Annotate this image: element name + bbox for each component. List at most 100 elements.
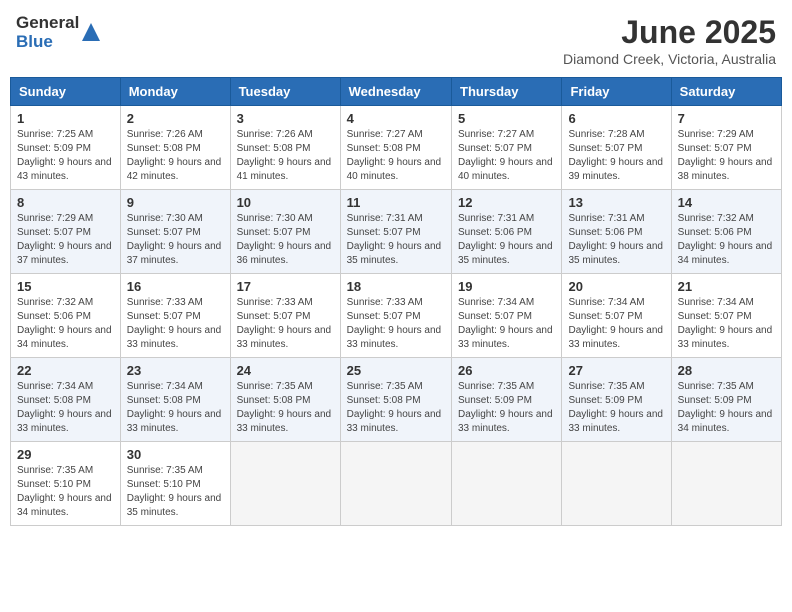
day-info: Sunrise: 7:31 AM Sunset: 5:07 PM Dayligh… xyxy=(347,213,442,266)
day-info: Sunrise: 7:26 AM Sunset: 5:08 PM Dayligh… xyxy=(127,129,222,182)
table-row: 19 Sunrise: 7:34 AM Sunset: 5:07 PM Dayl… xyxy=(452,274,562,358)
table-row: 12 Sunrise: 7:31 AM Sunset: 5:06 PM Dayl… xyxy=(452,190,562,274)
day-number: 3 xyxy=(237,111,334,126)
day-number: 11 xyxy=(347,195,445,210)
table-row xyxy=(671,442,781,526)
day-number: 4 xyxy=(347,111,445,126)
table-row: 26 Sunrise: 7:35 AM Sunset: 5:09 PM Dayl… xyxy=(452,358,562,442)
day-number: 1 xyxy=(17,111,114,126)
day-number: 12 xyxy=(458,195,555,210)
table-row: 24 Sunrise: 7:35 AM Sunset: 5:08 PM Dayl… xyxy=(230,358,340,442)
table-row: 13 Sunrise: 7:31 AM Sunset: 5:06 PM Dayl… xyxy=(562,190,671,274)
table-row: 14 Sunrise: 7:32 AM Sunset: 5:06 PM Dayl… xyxy=(671,190,781,274)
calendar-week-row: 1 Sunrise: 7:25 AM Sunset: 5:09 PM Dayli… xyxy=(11,106,782,190)
logo: General Blue xyxy=(16,14,100,51)
calendar-week-row: 8 Sunrise: 7:29 AM Sunset: 5:07 PM Dayli… xyxy=(11,190,782,274)
day-info: Sunrise: 7:35 AM Sunset: 5:09 PM Dayligh… xyxy=(678,381,773,434)
day-number: 10 xyxy=(237,195,334,210)
day-info: Sunrise: 7:29 AM Sunset: 5:07 PM Dayligh… xyxy=(17,213,112,266)
day-number: 9 xyxy=(127,195,224,210)
location-title: Diamond Creek, Victoria, Australia xyxy=(563,51,776,67)
day-number: 25 xyxy=(347,363,445,378)
table-row: 30 Sunrise: 7:35 AM Sunset: 5:10 PM Dayl… xyxy=(120,442,230,526)
day-number: 20 xyxy=(568,279,664,294)
table-row xyxy=(340,442,451,526)
day-number: 2 xyxy=(127,111,224,126)
day-info: Sunrise: 7:31 AM Sunset: 5:06 PM Dayligh… xyxy=(568,213,663,266)
day-info: Sunrise: 7:29 AM Sunset: 5:07 PM Dayligh… xyxy=(678,129,773,182)
table-row: 29 Sunrise: 7:35 AM Sunset: 5:10 PM Dayl… xyxy=(11,442,121,526)
table-row: 20 Sunrise: 7:34 AM Sunset: 5:07 PM Dayl… xyxy=(562,274,671,358)
table-row: 10 Sunrise: 7:30 AM Sunset: 5:07 PM Dayl… xyxy=(230,190,340,274)
day-info: Sunrise: 7:30 AM Sunset: 5:07 PM Dayligh… xyxy=(237,213,332,266)
table-row xyxy=(452,442,562,526)
day-info: Sunrise: 7:35 AM Sunset: 5:09 PM Dayligh… xyxy=(568,381,663,434)
day-number: 30 xyxy=(127,447,224,462)
day-number: 17 xyxy=(237,279,334,294)
table-row: 23 Sunrise: 7:34 AM Sunset: 5:08 PM Dayl… xyxy=(120,358,230,442)
day-info: Sunrise: 7:25 AM Sunset: 5:09 PM Dayligh… xyxy=(17,129,112,182)
table-row: 21 Sunrise: 7:34 AM Sunset: 5:07 PM Dayl… xyxy=(671,274,781,358)
calendar-header-row: Sunday Monday Tuesday Wednesday Thursday… xyxy=(11,78,782,106)
col-tuesday: Tuesday xyxy=(230,78,340,106)
day-info: Sunrise: 7:32 AM Sunset: 5:06 PM Dayligh… xyxy=(678,213,773,266)
day-number: 13 xyxy=(568,195,664,210)
col-sunday: Sunday xyxy=(11,78,121,106)
table-row: 1 Sunrise: 7:25 AM Sunset: 5:09 PM Dayli… xyxy=(11,106,121,190)
day-info: Sunrise: 7:35 AM Sunset: 5:10 PM Dayligh… xyxy=(17,465,112,518)
logo-triangle-icon xyxy=(82,23,100,45)
day-info: Sunrise: 7:34 AM Sunset: 5:07 PM Dayligh… xyxy=(458,297,553,350)
table-row: 2 Sunrise: 7:26 AM Sunset: 5:08 PM Dayli… xyxy=(120,106,230,190)
day-number: 15 xyxy=(17,279,114,294)
day-number: 24 xyxy=(237,363,334,378)
logo-blue: Blue xyxy=(16,33,79,52)
day-info: Sunrise: 7:27 AM Sunset: 5:08 PM Dayligh… xyxy=(347,129,442,182)
day-info: Sunrise: 7:35 AM Sunset: 5:09 PM Dayligh… xyxy=(458,381,553,434)
day-number: 6 xyxy=(568,111,664,126)
calendar-week-row: 22 Sunrise: 7:34 AM Sunset: 5:08 PM Dayl… xyxy=(11,358,782,442)
col-thursday: Thursday xyxy=(452,78,562,106)
table-row: 9 Sunrise: 7:30 AM Sunset: 5:07 PM Dayli… xyxy=(120,190,230,274)
table-row: 17 Sunrise: 7:33 AM Sunset: 5:07 PM Dayl… xyxy=(230,274,340,358)
col-friday: Friday xyxy=(562,78,671,106)
table-row: 5 Sunrise: 7:27 AM Sunset: 5:07 PM Dayli… xyxy=(452,106,562,190)
table-row: 22 Sunrise: 7:34 AM Sunset: 5:08 PM Dayl… xyxy=(11,358,121,442)
day-number: 16 xyxy=(127,279,224,294)
day-number: 23 xyxy=(127,363,224,378)
day-number: 14 xyxy=(678,195,775,210)
table-row xyxy=(562,442,671,526)
calendar-week-row: 15 Sunrise: 7:32 AM Sunset: 5:06 PM Dayl… xyxy=(11,274,782,358)
day-info: Sunrise: 7:31 AM Sunset: 5:06 PM Dayligh… xyxy=(458,213,553,266)
day-info: Sunrise: 7:35 AM Sunset: 5:08 PM Dayligh… xyxy=(237,381,332,434)
day-info: Sunrise: 7:35 AM Sunset: 5:08 PM Dayligh… xyxy=(347,381,442,434)
table-row: 8 Sunrise: 7:29 AM Sunset: 5:07 PM Dayli… xyxy=(11,190,121,274)
day-number: 26 xyxy=(458,363,555,378)
calendar-week-row: 29 Sunrise: 7:35 AM Sunset: 5:10 PM Dayl… xyxy=(11,442,782,526)
table-row: 27 Sunrise: 7:35 AM Sunset: 5:09 PM Dayl… xyxy=(562,358,671,442)
table-row: 4 Sunrise: 7:27 AM Sunset: 5:08 PM Dayli… xyxy=(340,106,451,190)
day-info: Sunrise: 7:34 AM Sunset: 5:08 PM Dayligh… xyxy=(127,381,222,434)
table-row: 16 Sunrise: 7:33 AM Sunset: 5:07 PM Dayl… xyxy=(120,274,230,358)
day-number: 19 xyxy=(458,279,555,294)
day-info: Sunrise: 7:33 AM Sunset: 5:07 PM Dayligh… xyxy=(347,297,442,350)
day-info: Sunrise: 7:28 AM Sunset: 5:07 PM Dayligh… xyxy=(568,129,663,182)
col-wednesday: Wednesday xyxy=(340,78,451,106)
day-info: Sunrise: 7:26 AM Sunset: 5:08 PM Dayligh… xyxy=(237,129,332,182)
day-info: Sunrise: 7:35 AM Sunset: 5:10 PM Dayligh… xyxy=(127,465,222,518)
day-info: Sunrise: 7:34 AM Sunset: 5:07 PM Dayligh… xyxy=(678,297,773,350)
table-row: 18 Sunrise: 7:33 AM Sunset: 5:07 PM Dayl… xyxy=(340,274,451,358)
day-info: Sunrise: 7:33 AM Sunset: 5:07 PM Dayligh… xyxy=(127,297,222,350)
day-number: 29 xyxy=(17,447,114,462)
col-saturday: Saturday xyxy=(671,78,781,106)
month-title: June 2025 xyxy=(563,14,776,51)
day-info: Sunrise: 7:34 AM Sunset: 5:08 PM Dayligh… xyxy=(17,381,112,434)
day-number: 21 xyxy=(678,279,775,294)
day-info: Sunrise: 7:27 AM Sunset: 5:07 PM Dayligh… xyxy=(458,129,553,182)
day-info: Sunrise: 7:32 AM Sunset: 5:06 PM Dayligh… xyxy=(17,297,112,350)
day-number: 18 xyxy=(347,279,445,294)
day-info: Sunrise: 7:34 AM Sunset: 5:07 PM Dayligh… xyxy=(568,297,663,350)
day-number: 5 xyxy=(458,111,555,126)
calendar-table: Sunday Monday Tuesday Wednesday Thursday… xyxy=(10,77,782,526)
day-info: Sunrise: 7:33 AM Sunset: 5:07 PM Dayligh… xyxy=(237,297,332,350)
table-row: 11 Sunrise: 7:31 AM Sunset: 5:07 PM Dayl… xyxy=(340,190,451,274)
